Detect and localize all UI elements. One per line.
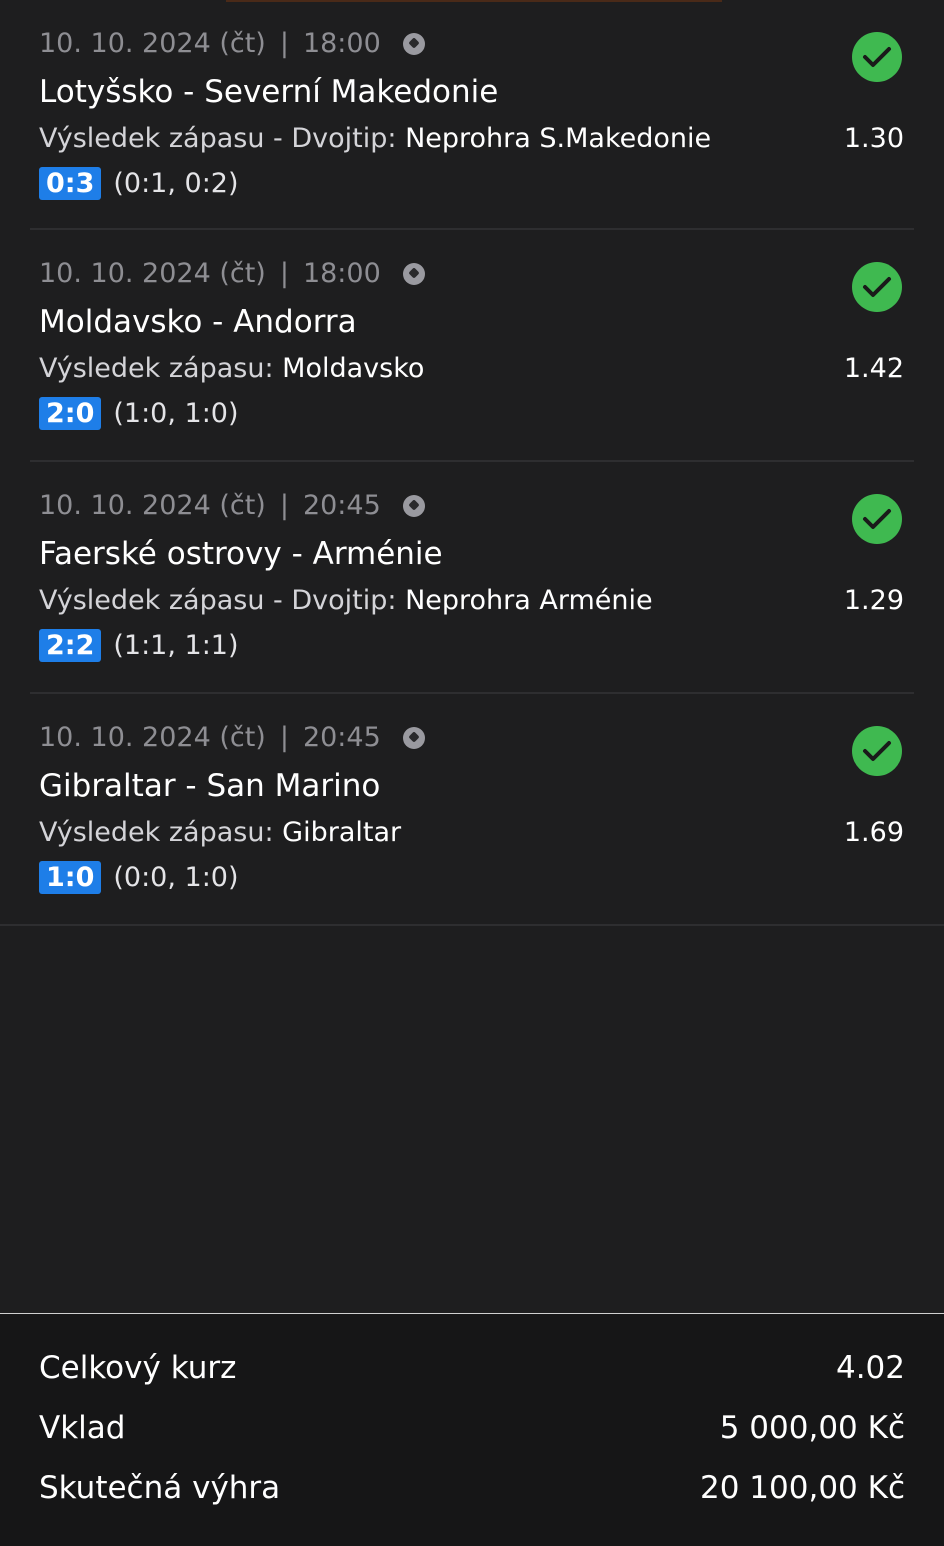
- match-date: 10. 10. 2024 (čt): [39, 258, 266, 289]
- final-score-badge: 2:2: [39, 629, 102, 662]
- win-label: Skutečná výhra: [39, 1470, 281, 1506]
- half-scores: (1:1, 1:1): [113, 630, 239, 661]
- half-scores: (1:0, 1:0): [113, 398, 239, 429]
- match-meta: 10. 10. 2024 (čt) | 20:45: [39, 722, 425, 753]
- half-scores: (0:0, 1:0): [113, 862, 239, 893]
- bet-pick: Moldavsko: [282, 353, 425, 384]
- bet-list: 10. 10. 2024 (čt) | 18:00 Lotyšsko - Sev…: [0, 0, 944, 926]
- match-teams: Faerské ostrovy - Arménie: [39, 536, 443, 572]
- stake-label: Vklad: [39, 1410, 126, 1446]
- bet-pick: Gibraltar: [282, 817, 402, 848]
- check-icon: [852, 32, 902, 82]
- match-date: 10. 10. 2024 (čt): [39, 722, 266, 753]
- market-label: Výsledek zápasu:: [39, 353, 274, 384]
- total-odds-label: Celkový kurz: [39, 1350, 237, 1386]
- bet-item[interactable]: 10. 10. 2024 (čt) | 18:00 Lotyšsko - Sev…: [30, 0, 914, 230]
- meta-separator: |: [279, 258, 289, 289]
- market-label: Výsledek zápasu - Dvojtip:: [39, 585, 397, 616]
- market-label: Výsledek zápasu:: [39, 817, 274, 848]
- match-time: 18:00: [302, 28, 381, 59]
- bet-market: Výsledek zápasu: Moldavsko: [39, 353, 424, 384]
- bet-item[interactable]: 10. 10. 2024 (čt) | 20:45 Gibraltar - Sa…: [0, 694, 944, 926]
- soccer-ball-icon: [402, 262, 425, 285]
- bet-odds: 1.30: [843, 123, 904, 154]
- bet-item[interactable]: 10. 10. 2024 (čt) | 20:45 Faerské ostrov…: [30, 462, 914, 694]
- match-date: 10. 10. 2024 (čt): [39, 28, 266, 59]
- match-meta: 10. 10. 2024 (čt) | 20:45: [39, 490, 425, 521]
- match-teams: Moldavsko - Andorra: [39, 304, 357, 340]
- match-teams: Lotyšsko - Severní Makedonie: [39, 74, 499, 110]
- total-odds-value: 4.02: [835, 1350, 905, 1386]
- score-row: 0:3 (0:1, 0:2): [39, 167, 239, 200]
- match-meta: 10. 10. 2024 (čt) | 18:00: [39, 258, 425, 289]
- check-icon: [852, 494, 902, 544]
- soccer-ball-icon: [402, 726, 425, 749]
- final-score-badge: 1:0: [39, 861, 102, 894]
- match-date: 10. 10. 2024 (čt): [39, 490, 266, 521]
- bet-pick: Neprohra S.Makedonie: [405, 123, 712, 154]
- bet-pick: Neprohra Arménie: [405, 585, 653, 616]
- bet-odds: 1.69: [843, 817, 904, 848]
- score-row: 1:0 (0:0, 1:0): [39, 861, 239, 894]
- match-time: 20:45: [302, 722, 381, 753]
- total-odds-row: Celkový kurz 4.02: [39, 1350, 905, 1386]
- score-row: 2:0 (1:0, 1:0): [39, 397, 239, 430]
- match-meta: 10. 10. 2024 (čt) | 18:00: [39, 28, 425, 59]
- stake-row: Vklad 5 000,00 Kč: [39, 1410, 905, 1446]
- match-time: 20:45: [302, 490, 381, 521]
- final-score-badge: 0:3: [39, 167, 102, 200]
- soccer-ball-icon: [402, 32, 425, 55]
- half-scores: (0:1, 0:2): [113, 168, 239, 199]
- check-icon: [852, 262, 902, 312]
- meta-separator: |: [279, 28, 289, 59]
- bet-odds: 1.29: [843, 585, 904, 616]
- market-label: Výsledek zápasu - Dvojtip:: [39, 123, 397, 154]
- win-row: Skutečná výhra 20 100,00 Kč: [39, 1470, 905, 1506]
- win-value: 20 100,00 Kč: [700, 1470, 905, 1506]
- bet-odds: 1.42: [843, 353, 904, 384]
- final-score-badge: 2:0: [39, 397, 102, 430]
- check-icon: [852, 726, 902, 776]
- bet-market: Výsledek zápasu - Dvojtip: Neprohra S.Ma…: [39, 123, 711, 154]
- match-time: 18:00: [302, 258, 381, 289]
- stake-value: 5 000,00 Kč: [719, 1410, 905, 1446]
- meta-separator: |: [279, 722, 289, 753]
- ticket-summary: Celkový kurz 4.02 Vklad 5 000,00 Kč Skut…: [0, 1313, 944, 1546]
- bet-market: Výsledek zápasu - Dvojtip: Neprohra Armé…: [39, 585, 653, 616]
- bet-market: Výsledek zápasu: Gibraltar: [39, 817, 401, 848]
- bet-item[interactable]: 10. 10. 2024 (čt) | 18:00 Moldavsko - An…: [30, 230, 914, 462]
- match-teams: Gibraltar - San Marino: [39, 768, 381, 804]
- soccer-ball-icon: [402, 494, 425, 517]
- meta-separator: |: [279, 490, 289, 521]
- score-row: 2:2 (1:1, 1:1): [39, 629, 239, 662]
